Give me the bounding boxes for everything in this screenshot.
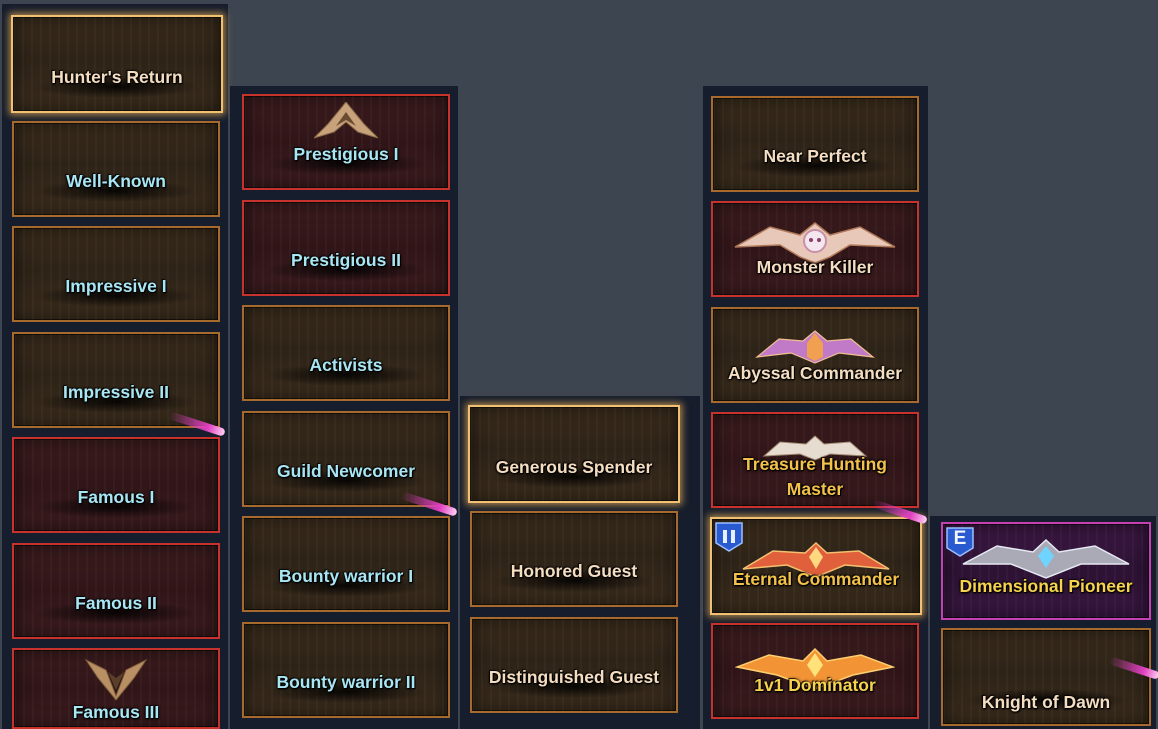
title-tile-impressive-2[interactable]: Impressive II bbox=[12, 332, 220, 428]
title-label: Eternal Commander bbox=[732, 569, 900, 589]
title-tile-abyssal-commander[interactable]: Abyssal Commander bbox=[711, 307, 919, 403]
badge-letter: E bbox=[953, 528, 967, 549]
title-label: Near Perfect bbox=[763, 146, 867, 166]
title-tile-prestigious-1[interactable]: Prestigious I bbox=[242, 94, 450, 190]
title-tile-guild-newcomer[interactable]: Guild Newcomer bbox=[242, 411, 450, 507]
title-tile-activists[interactable]: Activists bbox=[242, 305, 450, 401]
title-label: Well-Known bbox=[66, 171, 166, 191]
title-label: Famous I bbox=[77, 487, 155, 507]
title-tile-honored-guest[interactable]: Honored Guest bbox=[470, 511, 678, 607]
title-tile-hunters-return[interactable]: Hunter's Return bbox=[11, 15, 223, 113]
title-label: Hunter's Return bbox=[51, 67, 183, 87]
title-tile-distinguished-guest[interactable]: Distinguished Guest bbox=[470, 617, 678, 713]
title-tile-near-perfect[interactable]: Near Perfect bbox=[711, 96, 919, 192]
title-tile-well-known[interactable]: Well-Known bbox=[12, 121, 220, 217]
title-label: Distinguished Guest bbox=[488, 667, 660, 687]
title-tile-impressive-1[interactable]: Impressive I bbox=[12, 226, 220, 322]
title-tile-monster-killer[interactable]: Monster Killer bbox=[711, 201, 919, 297]
title-label: Famous III bbox=[72, 702, 160, 722]
title-label: Impressive I bbox=[65, 276, 167, 296]
title-label: Generous Spender bbox=[495, 457, 653, 477]
title-label: Impressive II bbox=[62, 382, 170, 402]
title-label: Honored Guest bbox=[510, 561, 638, 581]
shield-badge-icon bbox=[714, 521, 744, 553]
title-label: Bounty warrior II bbox=[276, 672, 416, 692]
title-label-line-1: Treasure Hunting bbox=[743, 454, 887, 474]
title-tile-famous-2[interactable]: Famous II bbox=[12, 543, 220, 639]
v-wing-emblem-icon bbox=[14, 656, 218, 702]
title-tile-knight-of-dawn[interactable]: Knight of Dawn bbox=[941, 628, 1151, 726]
title-label: Bounty warrior I bbox=[278, 566, 414, 586]
purple-helm-wing-emblem-icon bbox=[713, 327, 917, 367]
title-tile-prestigious-2[interactable]: Prestigious II bbox=[242, 200, 450, 296]
title-label: Prestigious I bbox=[293, 144, 399, 164]
title-label-line-2: Master bbox=[786, 479, 844, 499]
title-label: Prestigious II bbox=[291, 250, 401, 270]
title-tile-treasure-hunting-master[interactable]: Treasure Hunting Master bbox=[711, 412, 919, 508]
title-tile-bounty-warrior-2[interactable]: Bounty warrior II bbox=[242, 622, 450, 718]
title-label: Monster Killer bbox=[756, 257, 874, 277]
title-tile-famous-1[interactable]: Famous I bbox=[12, 437, 220, 533]
title-tile-1v1-dominator[interactable]: 1v1 Dominator bbox=[711, 623, 919, 719]
title-label: Dimensional Pioneer bbox=[959, 576, 1133, 596]
title-label: Guild Newcomer bbox=[276, 461, 416, 481]
title-label: Famous II bbox=[75, 593, 157, 613]
title-tile-dimensional-pioneer[interactable]: E Dimensional Pioneer bbox=[941, 522, 1151, 620]
chevron-wing-emblem-icon bbox=[244, 102, 448, 142]
title-tile-famous-3[interactable]: Famous III bbox=[12, 648, 220, 729]
title-label: Abyssal Commander bbox=[727, 363, 903, 383]
title-tile-bounty-warrior-1[interactable]: Bounty warrior I bbox=[242, 516, 450, 612]
title-label: Activists bbox=[309, 355, 383, 375]
title-label: Knight of Dawn bbox=[981, 692, 1111, 712]
title-tile-generous-spender[interactable]: Generous Spender bbox=[468, 405, 680, 503]
letter-e-badge-icon: E bbox=[945, 526, 975, 558]
title-tile-eternal-commander[interactable]: Eternal Commander bbox=[710, 517, 922, 615]
title-label: 1v1 Dominator bbox=[754, 675, 876, 695]
